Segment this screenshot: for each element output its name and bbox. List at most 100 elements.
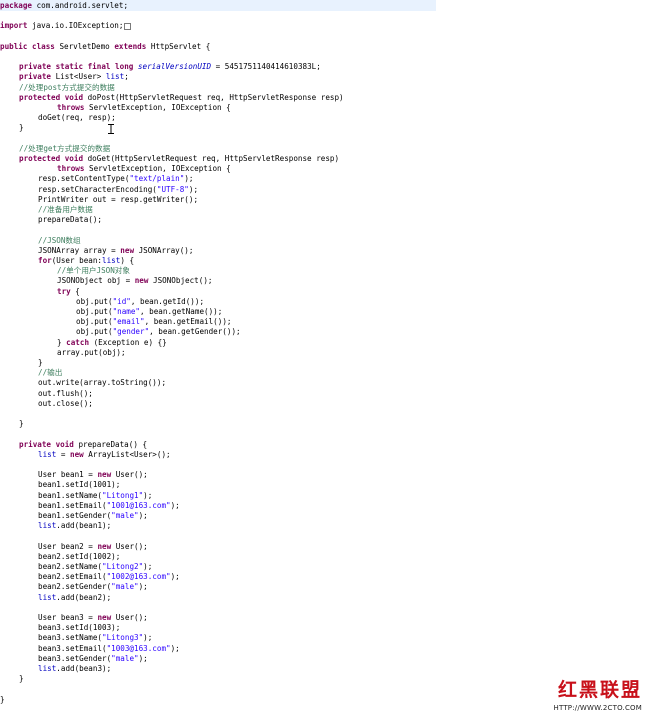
code-token: User(); — [111, 470, 148, 480]
code-line[interactable]: JSONObject obj = new JSONObject(); — [57, 275, 212, 286]
code-token: obj.put( — [76, 327, 113, 337]
code-token-str: "text/plain" — [129, 174, 185, 184]
code-token-kw: throws — [57, 103, 85, 112]
code-token: bean2.setEmail( — [38, 572, 107, 582]
code-token: resp.setContentType( — [38, 174, 130, 184]
code-token-cmt: //单个用户JSON对象 — [57, 266, 130, 276]
code-token: obj.put( — [76, 307, 113, 316]
code-token-kw: try — [57, 286, 71, 296]
code-token-fld: list — [38, 521, 57, 531]
code-token: doPost(HttpServletRequest req, HttpServl… — [83, 92, 344, 102]
code-token: ); — [143, 562, 153, 571]
code-line[interactable]: package com.android.servlet; — [0, 0, 436, 11]
fold-expand-icon[interactable] — [124, 22, 132, 30]
code-token: List<User> — [51, 72, 106, 82]
code-token: (Exception e) {} — [89, 337, 167, 347]
code-token: JSONObject obj = — [57, 276, 135, 286]
code-token: ServletDemo — [54, 41, 115, 51]
code-token-str: "Litong1" — [102, 490, 144, 500]
code-token-str: "email" — [112, 317, 145, 327]
code-token: } — [19, 123, 24, 133]
code-token-fld: list — [102, 256, 121, 265]
code-token-str: "1002@163.com" — [106, 572, 171, 582]
code-token-kw: private — [19, 72, 52, 82]
code-token-kw: for — [38, 256, 52, 265]
code-line[interactable]: import java.io.IOException; — [0, 20, 132, 31]
code-token-cmt: //处理post方式提交的数据 — [19, 82, 115, 92]
code-line[interactable]: list.add(bean1); — [38, 520, 111, 531]
code-token: } — [0, 694, 5, 704]
code-token-str: "gender" — [112, 327, 150, 337]
code-token: ); — [138, 653, 148, 663]
code-line[interactable]: list.add(bean3); — [38, 663, 111, 674]
code-token: , bean.getGender()); — [149, 327, 241, 337]
code-token: bean1.setId(1001); — [38, 480, 121, 490]
code-line[interactable]: } — [0, 694, 5, 705]
code-token: , bean.getEmail()); — [144, 317, 232, 327]
code-token: User bean1 = — [38, 470, 98, 480]
code-token-kw: void — [64, 154, 84, 163]
code-token: ServletException, IOException { — [84, 164, 231, 174]
code-token: } — [57, 337, 67, 347]
code-token-str: "UTF-8" — [156, 184, 189, 194]
code-token: prepareData(); — [38, 215, 103, 225]
code-line[interactable]: public class ServletDemo extends HttpSer… — [0, 41, 210, 52]
code-token: PrintWriter out = resp.getWriter(); — [38, 194, 199, 204]
code-token: } — [38, 358, 43, 367]
code-token: ); — [188, 184, 199, 194]
code-token: User(); — [111, 541, 148, 551]
code-token: ); — [138, 582, 148, 592]
code-line[interactable]: list.add(bean2); — [38, 592, 111, 603]
code-token-kw: class — [32, 41, 55, 51]
code-token: } — [19, 419, 24, 429]
code-token-cmt: //处理get方式提交的数据 — [19, 143, 111, 153]
code-token: .add(bean1); — [56, 521, 112, 531]
code-token-kw: import — [0, 21, 28, 31]
code-token-kw: protected — [19, 154, 61, 163]
code-line[interactable]: doGet(req, resp); — [38, 112, 116, 123]
code-line[interactable]: } — [19, 122, 24, 133]
code-token: bean1.setGender( — [38, 511, 112, 520]
code-token-kw: final — [87, 62, 111, 72]
code-token-fld: list — [38, 592, 57, 602]
code-token-str: "id" — [112, 296, 131, 306]
code-token-str: "male" — [111, 582, 139, 592]
code-token: java.io.IOException; — [27, 21, 124, 31]
code-line[interactable]: } — [19, 673, 24, 684]
code-token-kw: new — [70, 449, 84, 459]
code-token: bean2.setName( — [38, 562, 103, 571]
code-token-kw: protected — [19, 92, 61, 102]
code-token: ServletException, IOException { — [84, 103, 231, 112]
code-line[interactable]: prepareData(); — [38, 214, 102, 225]
code-token: bean2.setId(1002); — [38, 551, 121, 561]
code-token-field: serialVersionUID — [137, 62, 212, 72]
code-token-str: "male" — [111, 511, 139, 520]
code-token-str: "1003@163.com" — [106, 643, 171, 653]
code-token: = — [56, 449, 71, 459]
code-token: JSONArray array = — [38, 245, 121, 255]
code-token: ); — [143, 490, 153, 500]
code-token-kw: extends — [114, 41, 147, 51]
code-token: ) { — [120, 256, 135, 265]
watermark-logo: 红黑联盟 — [557, 679, 642, 701]
watermark-url: HTTP://WWW.2CTO.COM — [553, 704, 642, 712]
code-token: ); — [184, 174, 194, 184]
code-line[interactable]: list = new ArrayList<User>(); — [38, 449, 171, 460]
code-token: doGet(HttpServletRequest req, HttpServle… — [83, 154, 340, 163]
code-token: bean3.setName( — [38, 633, 103, 643]
code-token: obj.put( — [76, 296, 113, 306]
code-token: ); — [143, 633, 153, 643]
code-token: } — [19, 674, 24, 684]
code-token-kw: throws — [57, 164, 85, 174]
code-line[interactable]: array.put(obj); — [57, 347, 126, 358]
code-token: ); — [170, 572, 180, 582]
code-token-kw: new — [97, 613, 112, 622]
code-token-str: "Litong2" — [102, 562, 144, 571]
code-token: out.write(array.toString()); — [38, 378, 167, 388]
code-token: ); — [138, 511, 148, 520]
code-line[interactable]: } — [19, 418, 24, 429]
code-token-kw: void — [55, 439, 74, 449]
code-line[interactable]: out.close(); — [38, 398, 93, 409]
code-token: com.android.servlet; — [32, 1, 129, 10]
code-token-str: "1001@163.com" — [106, 500, 171, 510]
